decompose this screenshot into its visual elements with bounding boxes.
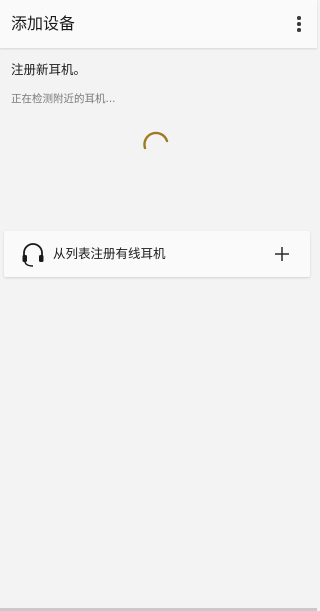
loading-spinner — [143, 131, 169, 150]
app-bar: 添加设备 — [0, 0, 317, 48]
more-options-button[interactable] — [289, 12, 309, 36]
register-wired-headset-card[interactable]: 从列表注册有线耳机 — [4, 231, 310, 277]
headset-icon — [22, 243, 44, 267]
register-wired-label: 从列表注册有线耳机 — [53, 246, 166, 261]
plus-icon[interactable] — [274, 246, 290, 262]
page-title: 添加设备 — [11, 14, 76, 33]
more-vertical-icon — [297, 16, 301, 20]
register-heading: 注册新耳机。 — [11, 62, 87, 77]
scanning-status: 正在检测附近的耳机... — [11, 93, 116, 105]
